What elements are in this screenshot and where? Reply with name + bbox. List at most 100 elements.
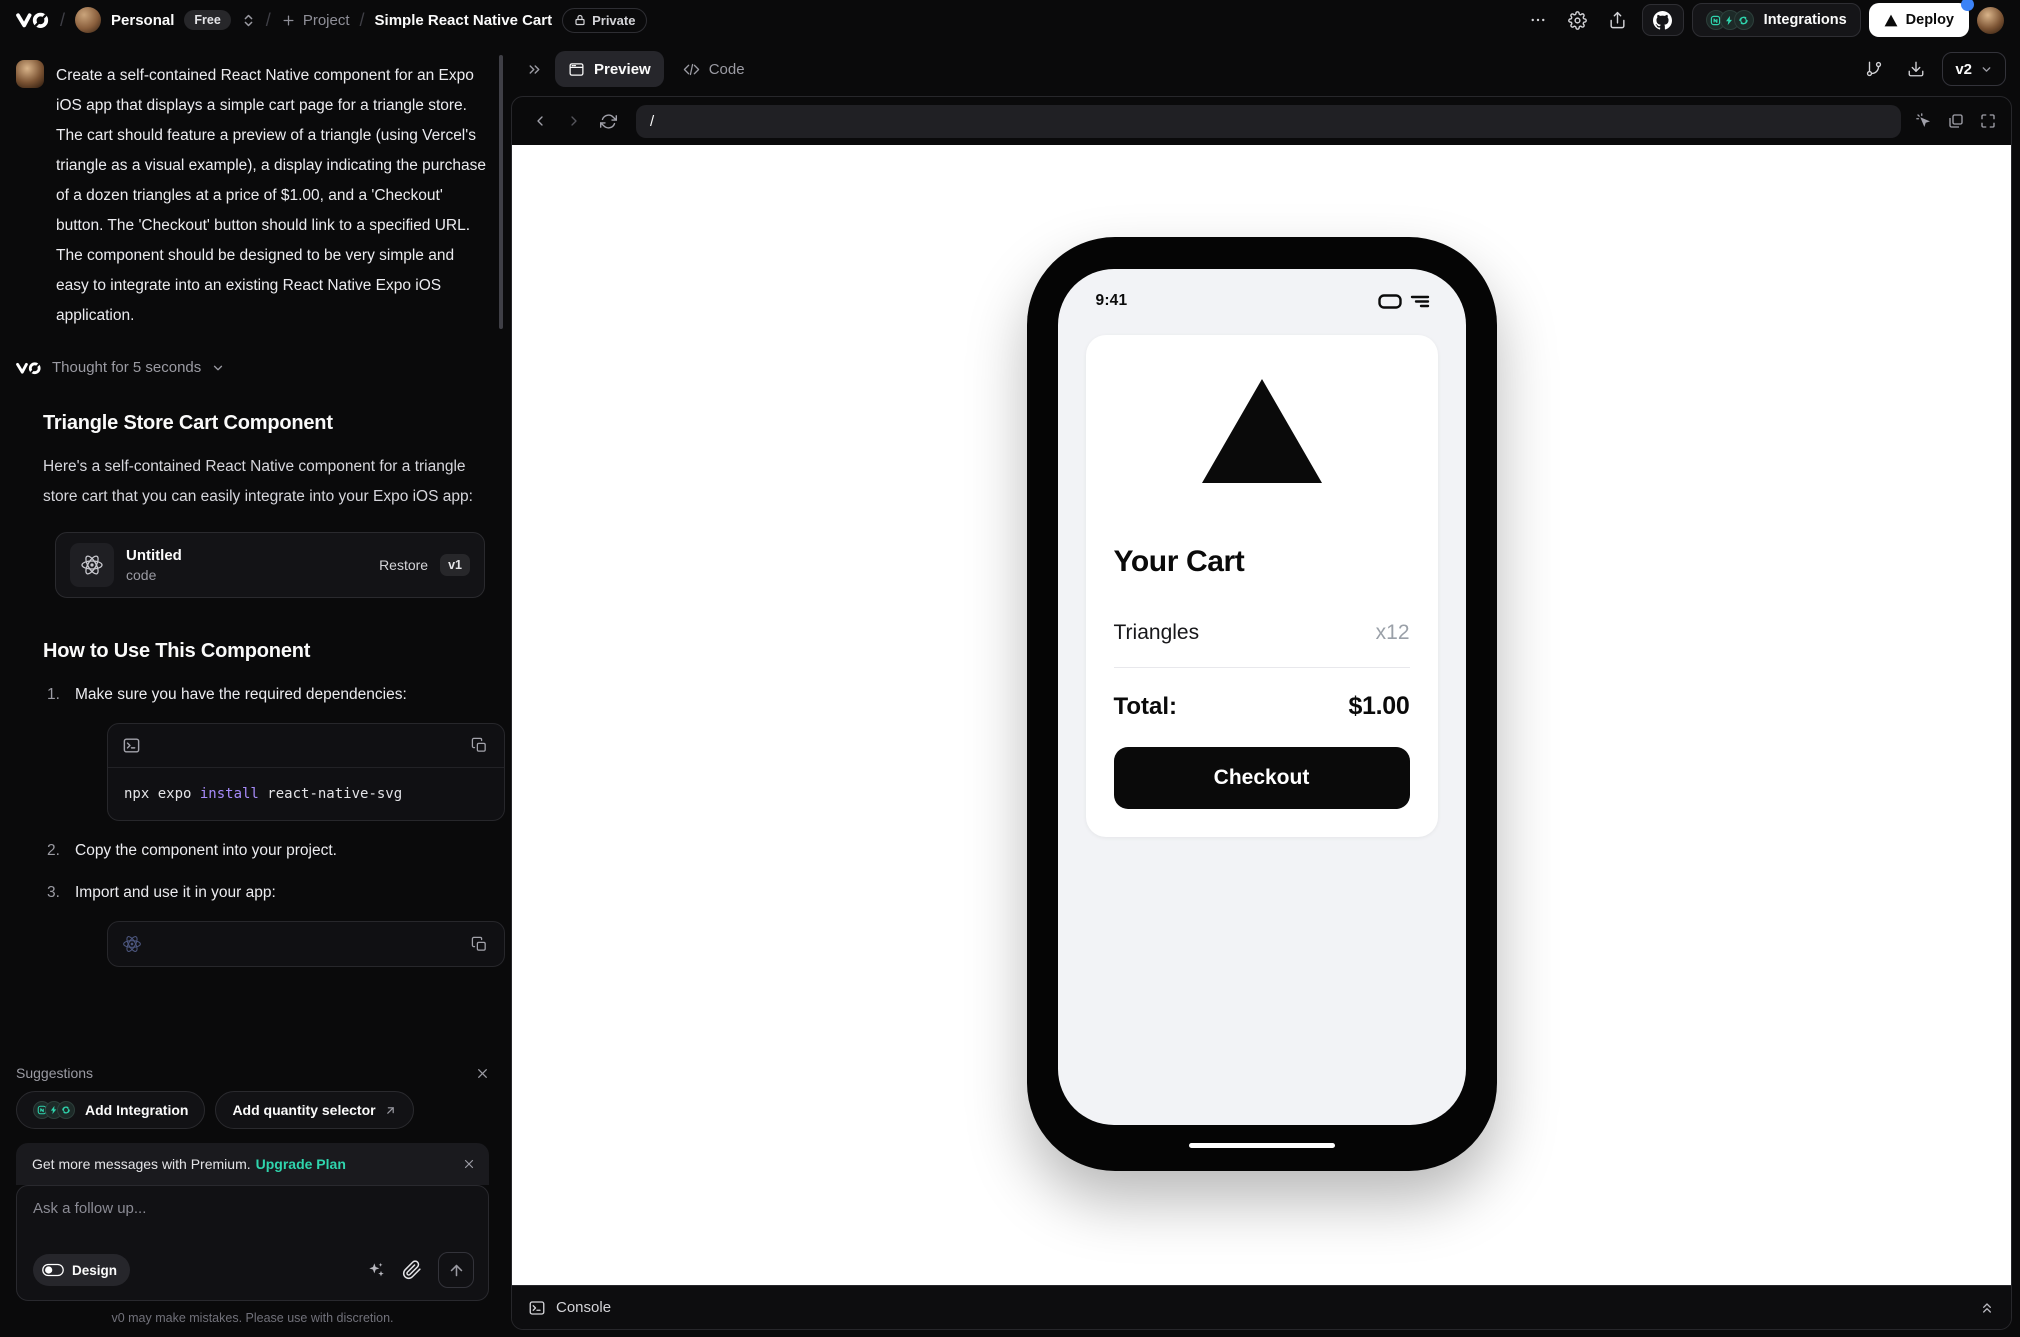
restore-button[interactable]: Restore [379,557,428,573]
topbar: / Personal Free / Project / Simple React… [0,0,2020,40]
send-button[interactable] [438,1252,474,1288]
status-time: 9:41 [1095,292,1128,309]
cart-item-qty: x12 [1375,621,1410,644]
chevron-down-icon [1980,63,1993,76]
code-version-card[interactable]: Untitled code Restore v1 [55,532,485,598]
url-input[interactable]: / [636,104,1901,138]
thought-label: Thought for 5 seconds [52,359,202,376]
share-icon [1608,11,1627,30]
fullscreen-button[interactable] [1979,112,1997,130]
console-bar[interactable]: Console [512,1285,2011,1329]
preview-canvas: 9:41 Your Cart Triangles x12 Total: $1.0… [512,145,2011,1285]
lock-icon [574,14,586,26]
total-value: $1.00 [1348,692,1410,720]
open-window-button[interactable] [1947,112,1965,130]
code-card-title: Untitled [126,547,182,564]
collapse-sidebar-button[interactable] [519,54,549,84]
tab-code-label: Code [708,60,745,78]
sidebar-scrollbar[interactable] [499,55,503,329]
v0-logo[interactable] [16,9,50,31]
copy-icon [471,936,488,953]
fullscreen-icon [1979,112,1997,130]
copy-code-button[interactable] [464,731,494,761]
deploy-button[interactable]: Deploy [1868,0,1974,37]
premium-banner: Get more messages with Premium. Upgrade … [16,1143,489,1185]
close-suggestions-button[interactable] [476,1067,489,1080]
howto-step-text: Copy the component into your project. [75,842,337,859]
toggle-icon [42,1263,64,1277]
team-avatar[interactable] [75,7,102,33]
sparkles-icon[interactable] [366,1260,386,1280]
deploy-label: Deploy [1905,12,1954,28]
v0-logo-icon [16,360,42,376]
refresh-button[interactable] [594,107,622,135]
chevrons-right-icon [526,61,543,78]
tab-code[interactable]: Code [670,51,758,87]
back-button[interactable] [526,107,554,135]
chevron-down-icon [211,361,225,375]
command-suffix: react-native-svg [258,786,403,802]
console-expand-button[interactable] [1979,1300,1995,1316]
howto-step-text: Make sure you have the required dependen… [75,686,407,703]
triangle-preview [1201,379,1322,483]
notification-dot [1961,0,1974,11]
pointer-sparkle-icon [1915,112,1933,130]
settings-button[interactable] [1562,4,1594,36]
preview-toolbar: Preview Code v2 [505,40,2020,90]
github-button[interactable] [1641,4,1684,36]
user-message: Create a self-contained React Native com… [16,60,487,331]
more-options-button[interactable] [1522,4,1554,36]
suggestion-label: Add quantity selector [232,1102,376,1118]
v0-app: / Personal Free / Project / Simple React… [0,0,2020,1337]
supabase-icon [57,1101,75,1119]
integrations-button[interactable]: Integrations [1691,3,1861,37]
attach-button[interactable] [402,1260,422,1280]
chat-sidebar: Create a self-contained React Native com… [0,40,505,1337]
forward-button[interactable] [560,107,588,135]
plus-icon [281,13,296,28]
howto-steps: Make sure you have the required dependen… [43,683,505,967]
suggestion-add-quantity-selector[interactable]: Add quantity selector [215,1091,414,1129]
user-avatar[interactable] [1977,6,2004,34]
home-indicator [1188,1143,1335,1148]
share-button[interactable] [1602,4,1634,36]
team-name[interactable]: Personal [111,12,174,29]
add-project-button[interactable]: Project [281,12,350,29]
preview-panel: / 9:41 Your Cart Triangles x12 Total: $1… [511,96,2012,1330]
suggestion-add-integration[interactable]: Add Integration [16,1091,206,1129]
inspect-button[interactable] [1915,112,1933,130]
version-badge: v1 [440,554,470,576]
upgrade-plan-link[interactable]: Upgrade Plan [256,1156,346,1172]
team-switcher-chevron-icon[interactable] [241,13,256,28]
git-branch-icon [1865,60,1883,78]
copy-icon [471,737,488,754]
tab-preview[interactable]: Preview [555,51,664,87]
privacy-badge[interactable]: Private [562,7,648,33]
composer: Design [16,1185,489,1301]
arrow-up-right-icon [384,1104,397,1117]
followup-input[interactable] [33,1200,474,1217]
version-selector[interactable]: v2 [1942,52,2006,86]
close-premium-button[interactable] [463,1158,475,1170]
browser-icon [568,61,585,78]
phone-mockup: 9:41 Your Cart Triangles x12 Total: $1.0… [1026,237,1497,1171]
gear-icon [1568,10,1588,30]
preview-area: Preview Code v2 / 9:41 Your Cart Triangl… [505,40,2020,1337]
download-button[interactable] [1900,53,1932,85]
github-icon [1653,10,1673,30]
console-label: Console [556,1299,612,1316]
thought-toggle[interactable]: Thought for 5 seconds [16,359,487,376]
install-code-block: npx expo install react-native-svg [107,723,505,821]
howto-step: Copy the component into your project. [43,839,487,863]
howto-step: Import and use it in your app: [43,881,505,967]
fork-button[interactable] [1858,53,1890,85]
copy-code-button[interactable] [464,929,494,959]
design-toggle[interactable]: Design [33,1254,131,1286]
install-command: npx expo install react-native-svg [108,768,504,820]
design-toggle-label: Design [72,1262,118,1278]
plan-badge: Free [184,10,231,30]
code-card-subtitle: code [126,567,157,583]
checkout-button[interactable]: Checkout [1113,747,1410,809]
code-icon [683,61,700,78]
total-label: Total: [1113,693,1178,720]
